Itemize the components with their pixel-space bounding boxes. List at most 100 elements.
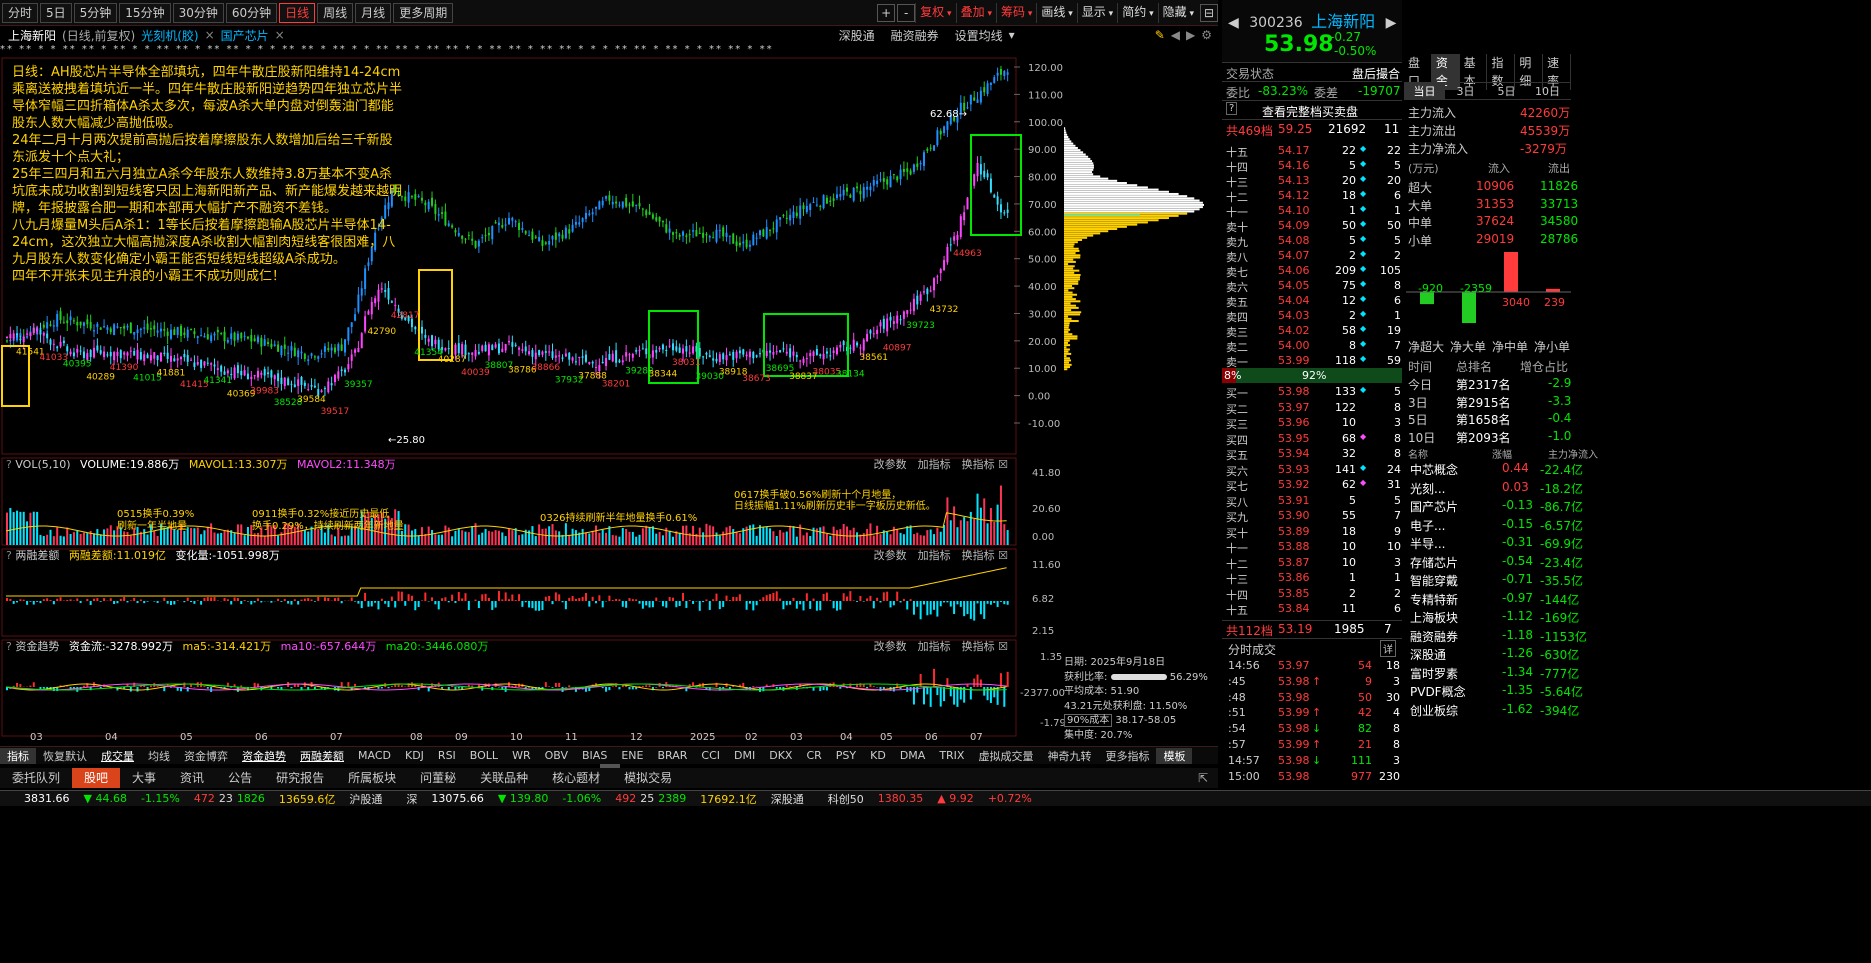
tool-button-0[interactable]: 复权 ▾ [915,2,955,23]
bottom-tab-3[interactable]: 资讯 [168,768,216,788]
indicator-tab-15[interactable]: BRAR [650,749,694,762]
bottom-tab-6[interactable]: 所属板块 [336,768,408,788]
sector-row[interactable]: 半导... -0.31 -69.9亿 [1408,535,1583,553]
indicator-tab-1[interactable]: 恢复默认 [36,748,94,764]
bid-row[interactable]: 买二 53.97 122 8 [1226,401,1401,417]
ask-row[interactable]: 卖二 54.00 8 ◆ 7 [1226,339,1401,355]
period-1[interactable]: 5日 [40,2,72,23]
bid-row[interactable]: 十三 53.86 1 1 [1226,571,1401,587]
sector-row[interactable]: 专精特新 -0.97 -144亿 [1408,591,1579,609]
zoom-out-icon[interactable]: - [897,3,916,22]
close-icon[interactable]: ☒ [998,458,1008,471]
edit-params-link[interactable]: 改参数 [874,640,907,653]
bid-row[interactable]: 十二 53.87 10 3 [1226,556,1401,572]
sector-row[interactable]: 中芯概念 0.44 -22.4亿 [1408,461,1583,479]
indicator-tab-22[interactable]: DMA [893,749,933,762]
tool-button-2[interactable]: 筹码 ▾ [995,2,1036,23]
concept-tag-1[interactable]: 光刻机(胶) [141,27,198,44]
ma-settings-link[interactable]: 设置均线 [955,27,1003,44]
tool-button-1[interactable]: 叠加 ▾ [955,2,996,23]
full-book-link[interactable]: ? 查看完整档买卖盘 [1222,100,1402,119]
sector-row[interactable]: 融资融券 -1.18 -1153亿 [1408,628,1587,646]
expand-icon[interactable]: ? [6,549,12,562]
indicator-tab-12[interactable]: OBV [538,749,575,762]
indicator-tab-7[interactable]: MACD [351,749,398,762]
expand-icon[interactable]: ? [6,458,12,471]
period-7[interactable]: 周线 [317,2,354,23]
day-tab-0[interactable]: 当日 [1404,82,1445,100]
ask-row[interactable]: 十三 54.13 20 ◆ 20 [1226,174,1401,190]
layout-icon[interactable]: ⊟ [1200,3,1218,22]
period-3[interactable]: 15分钟 [119,2,171,23]
ask-row[interactable]: 十一 54.10 1 ◆ 1 [1226,204,1401,220]
ask-row[interactable]: 卖九 54.08 5 ◆ 5 [1226,234,1401,250]
ask-row[interactable]: 卖八 54.07 2 ◆ 2 [1226,249,1401,265]
period-6[interactable]: 日线 [279,2,316,23]
bottom-tab-10[interactable]: 模拟交易 [612,768,684,788]
switch-indicator-link[interactable]: 换指标 [962,549,995,562]
ask-row[interactable]: 卖五 54.04 12 ◆ 6 [1226,294,1401,310]
sector-row[interactable]: 智能穿戴 -0.71 -35.5亿 [1408,572,1583,590]
period-5[interactable]: 60分钟 [225,2,278,23]
switch-indicator-link[interactable]: 换指标 [962,640,995,653]
add-indicator-link[interactable]: 加指标 [918,458,951,471]
add-indicator-link[interactable]: 加指标 [918,640,951,653]
indicator-tab-11[interactable]: WR [505,749,538,762]
sector-row[interactable]: 电子... -0.15 -6.57亿 [1408,517,1583,535]
day-tab-2[interactable]: 5日 [1486,83,1527,100]
sh-connect-link[interactable]: 沪股通 [349,791,382,807]
bid-row[interactable]: 买一 53.98 133 ◆ 5 [1226,385,1401,401]
bid-row[interactable]: 买七 53.92 62 ◆ 31 [1226,478,1401,494]
period-0[interactable]: 分时 [2,2,39,23]
ask-row[interactable]: 卖六 54.05 75 ◆ 8 [1226,279,1401,295]
sector-row[interactable]: 富时罗素 -1.34 -777亿 [1408,665,1579,683]
ticks-detail-button[interactable]: 详 [1380,640,1396,657]
indicator-tab-0[interactable]: 指标 [0,747,36,764]
chip-cost-select[interactable]: 90%成本 [1064,714,1113,727]
sector-row[interactable]: 创业板综 -1.62 -394亿 [1408,702,1579,720]
day-tab-1[interactable]: 3日 [1445,83,1486,100]
indicator-tab-9[interactable]: RSI [431,749,463,762]
bid-row[interactable]: 买六 53.93 141 ◆ 24 [1226,463,1401,479]
indicator-tab-10[interactable]: BOLL [463,749,505,762]
day-tab-3[interactable]: 10日 [1527,83,1568,100]
indicator-tab-17[interactable]: DMI [727,749,762,762]
sector-row[interactable]: 光刻... 0.03 -18.2亿 [1408,480,1583,498]
arrow-left-icon[interactable]: ◀ [1171,28,1180,42]
tool-button-5[interactable]: 简约 ▾ [1117,2,1157,23]
sector-row[interactable]: 存储芯片 -0.54 -23.4亿 [1408,554,1583,572]
ask-row[interactable]: 卖三 54.02 58 ◆ 19 [1226,324,1401,340]
add-indicator-link[interactable]: 加指标 [918,549,951,562]
arrow-right-icon[interactable]: ▶ [1186,28,1195,42]
bid-row[interactable]: 十一 53.88 10 10 [1226,540,1401,556]
period-2[interactable]: 5分钟 [73,2,118,23]
close-tag-icon[interactable]: × [205,28,215,42]
margin-trade-link[interactable]: 融资融券 [891,27,939,44]
ask-row[interactable]: 十二 54.12 18 ◆ 6 [1226,189,1401,205]
bottom-tab-2[interactable]: 大事 [120,768,168,788]
bid-row[interactable]: 买三 53.96 10 3 [1226,416,1401,432]
bid-row[interactable]: 十五 53.84 11 6 [1226,602,1401,618]
indicator-tab-27[interactable]: 模板 [1156,747,1193,764]
indicator-tab-23[interactable]: TRIX [932,749,971,762]
zoom-in-icon[interactable]: + [877,3,896,22]
bid-row[interactable]: 买九 53.90 55 7 [1226,509,1401,525]
chevron-down-icon[interactable]: ▾ [1009,28,1015,42]
bid-row[interactable]: 买八 53.91 5 5 [1226,494,1401,510]
switch-indicator-link[interactable]: 换指标 [962,458,995,471]
period-8[interactable]: 月线 [355,2,392,23]
bid-row[interactable]: 买四 53.95 68 ◆ 8 [1226,432,1401,448]
next-stock-icon[interactable]: ▶ [1386,15,1397,31]
indicator-tab-3[interactable]: 均线 [141,748,177,764]
bottom-tab-7[interactable]: 问董秘 [408,768,468,788]
bottom-tab-5[interactable]: 研究报告 [264,768,336,788]
indicator-tab-20[interactable]: PSY [829,749,863,762]
edit-params-link[interactable]: 改参数 [874,549,907,562]
bottom-tab-8[interactable]: 关联品种 [468,768,540,788]
indicator-tab-26[interactable]: 更多指标 [1098,748,1156,764]
edit-params-link[interactable]: 改参数 [874,458,907,471]
gear-icon[interactable]: ⚙ [1201,28,1212,42]
ask-row[interactable]: 卖十 54.09 50 ◆ 50 [1226,219,1401,235]
close-tag-icon[interactable]: × [275,28,285,42]
indicator-tab-14[interactable]: ENE [614,749,650,762]
